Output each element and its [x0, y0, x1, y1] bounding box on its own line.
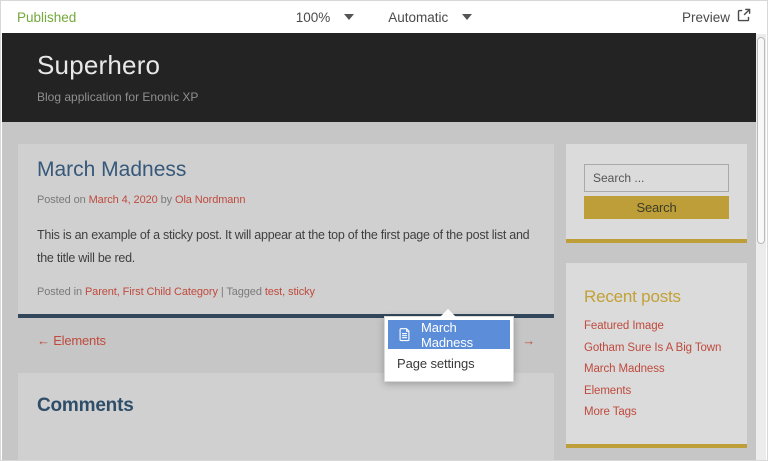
recent-post-link[interactable]: Featured Image	[584, 320, 729, 332]
site-title: Superhero	[37, 50, 161, 80]
zoom-dropdown-value: 100%	[295, 9, 331, 25]
post-meta-prefix: Posted on	[37, 194, 86, 206]
menu-caret-up-icon	[440, 309, 456, 317]
post-footer-meta: Posted in Parent, First Child Category |…	[37, 286, 535, 298]
zoom-dropdown[interactable]: 100%	[296, 10, 355, 25]
comments-title: Comments	[37, 395, 134, 416]
scrollbar-thumb[interactable]	[757, 37, 765, 244]
sticky-post-card[interactable]: March Madness Posted on March 4, 2020 by…	[18, 144, 554, 318]
site-header[interactable]: Superhero Blog application for Enonic XP	[2, 33, 756, 122]
recent-posts-title: Recent posts	[584, 287, 681, 306]
publish-status-badge: Published	[17, 9, 77, 25]
site-tagline: Blog application for Enonic XP	[37, 90, 199, 104]
document-icon	[397, 327, 412, 342]
prev-post-link[interactable]: ← Elements	[37, 333, 106, 348]
recent-posts-list: Featured Image Gotham Sure Is A Big Town…	[584, 320, 729, 418]
toolbar-center-group: 100% Automatic	[1, 1, 767, 33]
post-body-text: This is an example of a sticky post. It …	[37, 228, 530, 266]
post-date-link[interactable]: March 4, 2020	[89, 194, 158, 206]
preview-button-label: Preview	[681, 9, 730, 25]
chevron-down-icon	[462, 14, 473, 20]
preview-button[interactable]: Preview	[682, 8, 751, 27]
page-preview-frame: Superhero Blog application for Enonic XP…	[2, 33, 756, 460]
post-author-link[interactable]: Ola Nordmann	[175, 194, 245, 206]
posted-in-label: Posted in	[37, 286, 82, 299]
recent-post-link[interactable]: March Madness	[584, 363, 729, 375]
search-input[interactable]	[584, 164, 729, 192]
search-widget: Search	[566, 144, 747, 243]
comments-section: Comments	[18, 373, 554, 460]
recent-post-link[interactable]: More Tags	[584, 406, 729, 418]
post-title[interactable]: March Madness	[37, 158, 535, 182]
vertical-scrollbar[interactable]	[756, 34, 766, 460]
tag-links[interactable]: test, sticky	[265, 286, 315, 298]
recent-post-link[interactable]: Elements	[584, 385, 729, 397]
external-link-icon	[737, 8, 751, 27]
post-meta-by: by	[160, 194, 173, 206]
emulator-dropdown[interactable]: Automatic	[388, 9, 473, 25]
category-links[interactable]: Parent, First Child Category	[85, 286, 218, 298]
page-editor-window: Published 100% Automatic Preview Superhe…	[0, 0, 768, 461]
emulator-dropdown-value: Automatic	[388, 9, 449, 25]
tagged-label: | Tagged	[220, 286, 262, 299]
editor-toolbar: Published 100% Automatic Preview	[1, 1, 767, 33]
menu-item-label: Page settings	[397, 356, 475, 371]
menu-item-march-madness[interactable]: March Madness	[388, 319, 510, 350]
recent-post-link[interactable]: Gotham Sure Is A Big Town	[584, 342, 729, 354]
component-context-menu: March Madness Page settings	[384, 309, 514, 382]
recent-posts-widget: Recent posts Featured Image Gotham Sure …	[566, 263, 747, 448]
chevron-down-icon	[344, 14, 355, 20]
menu-item-page-settings[interactable]: Page settings	[388, 349, 510, 378]
next-post-link[interactable]: →	[522, 333, 535, 348]
menu-item-label: March Madness	[421, 319, 474, 350]
post-meta: Posted on March 4, 2020 by Ola Nordmann	[37, 194, 535, 206]
search-button[interactable]: Search	[584, 196, 729, 219]
